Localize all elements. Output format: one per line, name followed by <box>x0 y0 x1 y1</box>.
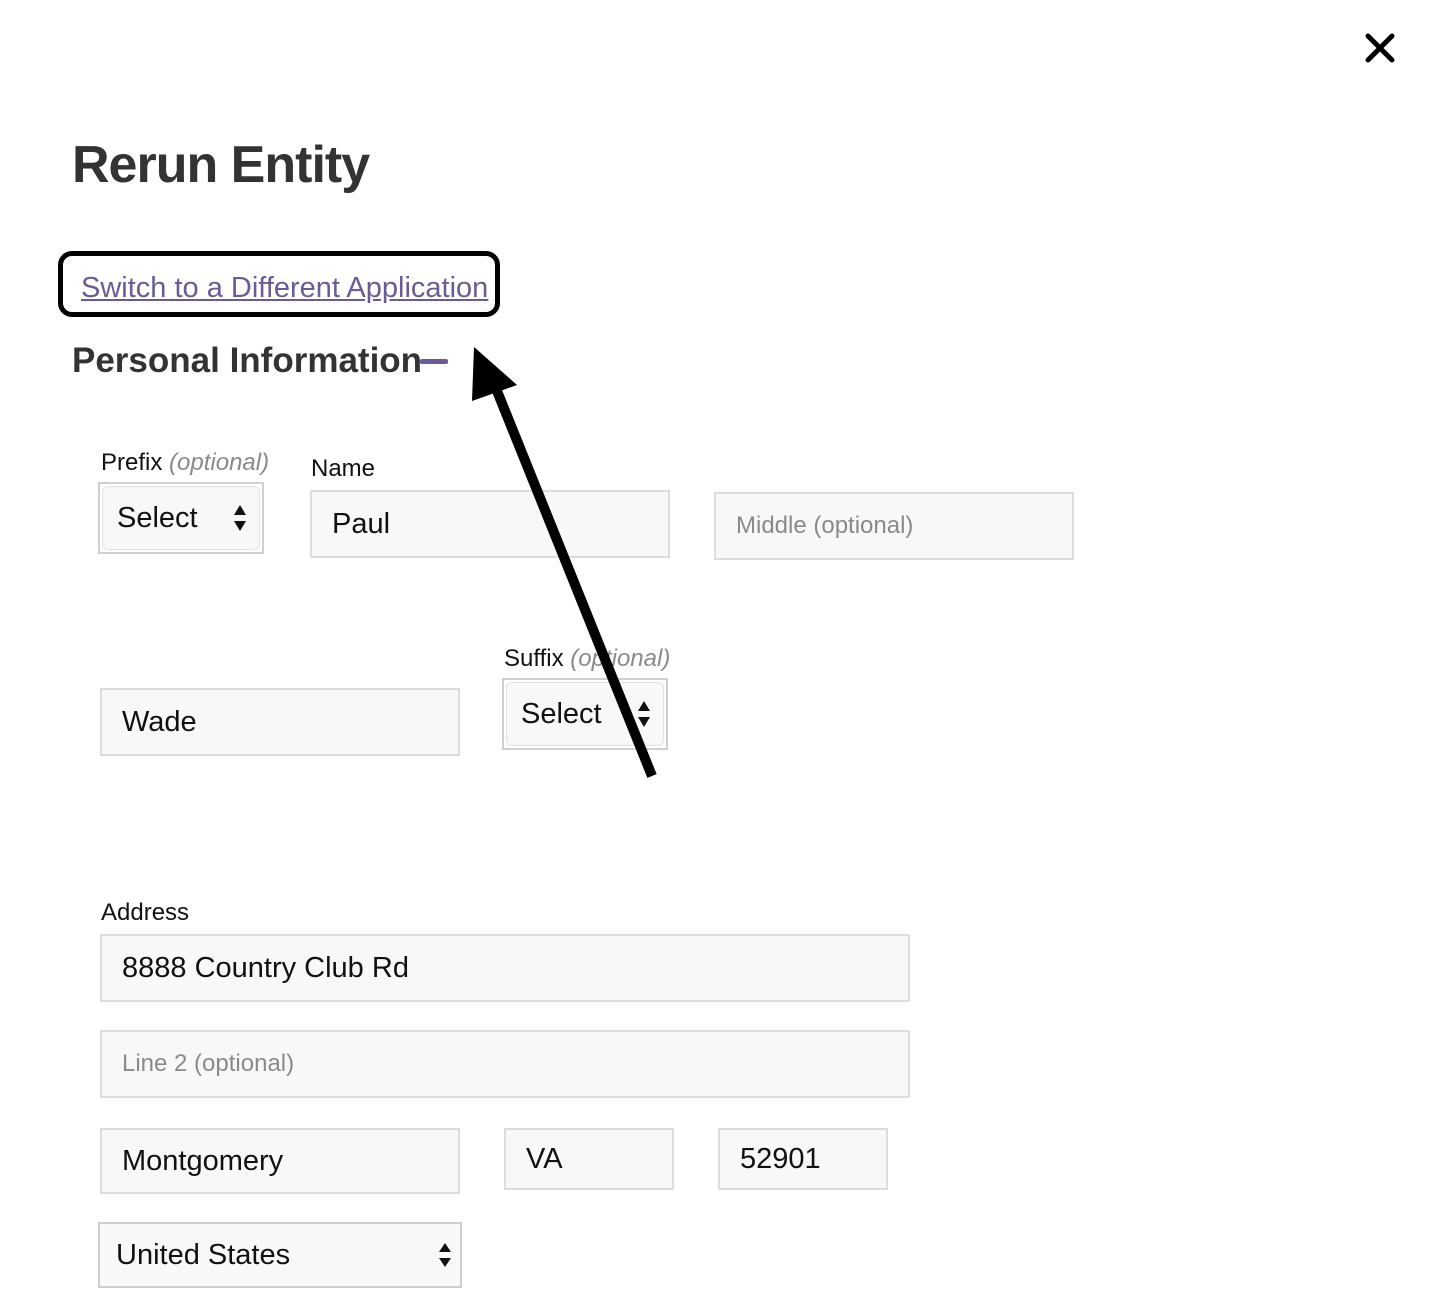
suffix-select-value: Select <box>521 697 602 730</box>
country-select-value: United States <box>116 1238 291 1271</box>
state-input[interactable]: VA <box>504 1128 674 1190</box>
suffix-label: Suffix (optional) <box>504 645 671 672</box>
prefix-select-control[interactable]: Select <box>102 486 260 550</box>
collapse-minus-icon[interactable] <box>420 359 448 364</box>
prefix-select-value: Select <box>117 501 198 534</box>
city-input[interactable]: Montgomery <box>100 1128 460 1194</box>
close-button[interactable] <box>1360 28 1400 68</box>
name-label: Name <box>311 455 376 482</box>
country-select[interactable]: United States <box>98 1222 462 1288</box>
up-down-arrows-icon <box>234 505 246 531</box>
close-icon[interactable] <box>1360 28 1400 68</box>
address-line2-input[interactable]: Line 2 (optional) <box>100 1030 910 1098</box>
suffix-select-control[interactable]: Select <box>506 682 664 746</box>
prefix-select[interactable]: Select <box>98 482 264 554</box>
middle-name-input[interactable]: Middle (optional) <box>714 492 1074 560</box>
address-line1-input[interactable]: 8888 Country Club Rd <box>100 934 910 1002</box>
zip-input[interactable]: 52901 <box>718 1128 888 1190</box>
prefix-label: Prefix (optional) <box>101 449 270 476</box>
page-title: Rerun Entity <box>72 136 370 194</box>
suffix-select[interactable]: Select <box>502 678 668 750</box>
first-name-input[interactable]: Paul <box>310 490 670 558</box>
switch-application-link[interactable]: Switch to a Different Application <box>81 270 488 306</box>
up-down-arrows-icon <box>439 1243 451 1267</box>
address-label: Address <box>101 899 190 926</box>
section-title-personal-information: Personal Information <box>72 341 423 380</box>
up-down-arrows-icon <box>638 701 650 727</box>
last-name-input[interactable]: Wade <box>100 688 460 756</box>
